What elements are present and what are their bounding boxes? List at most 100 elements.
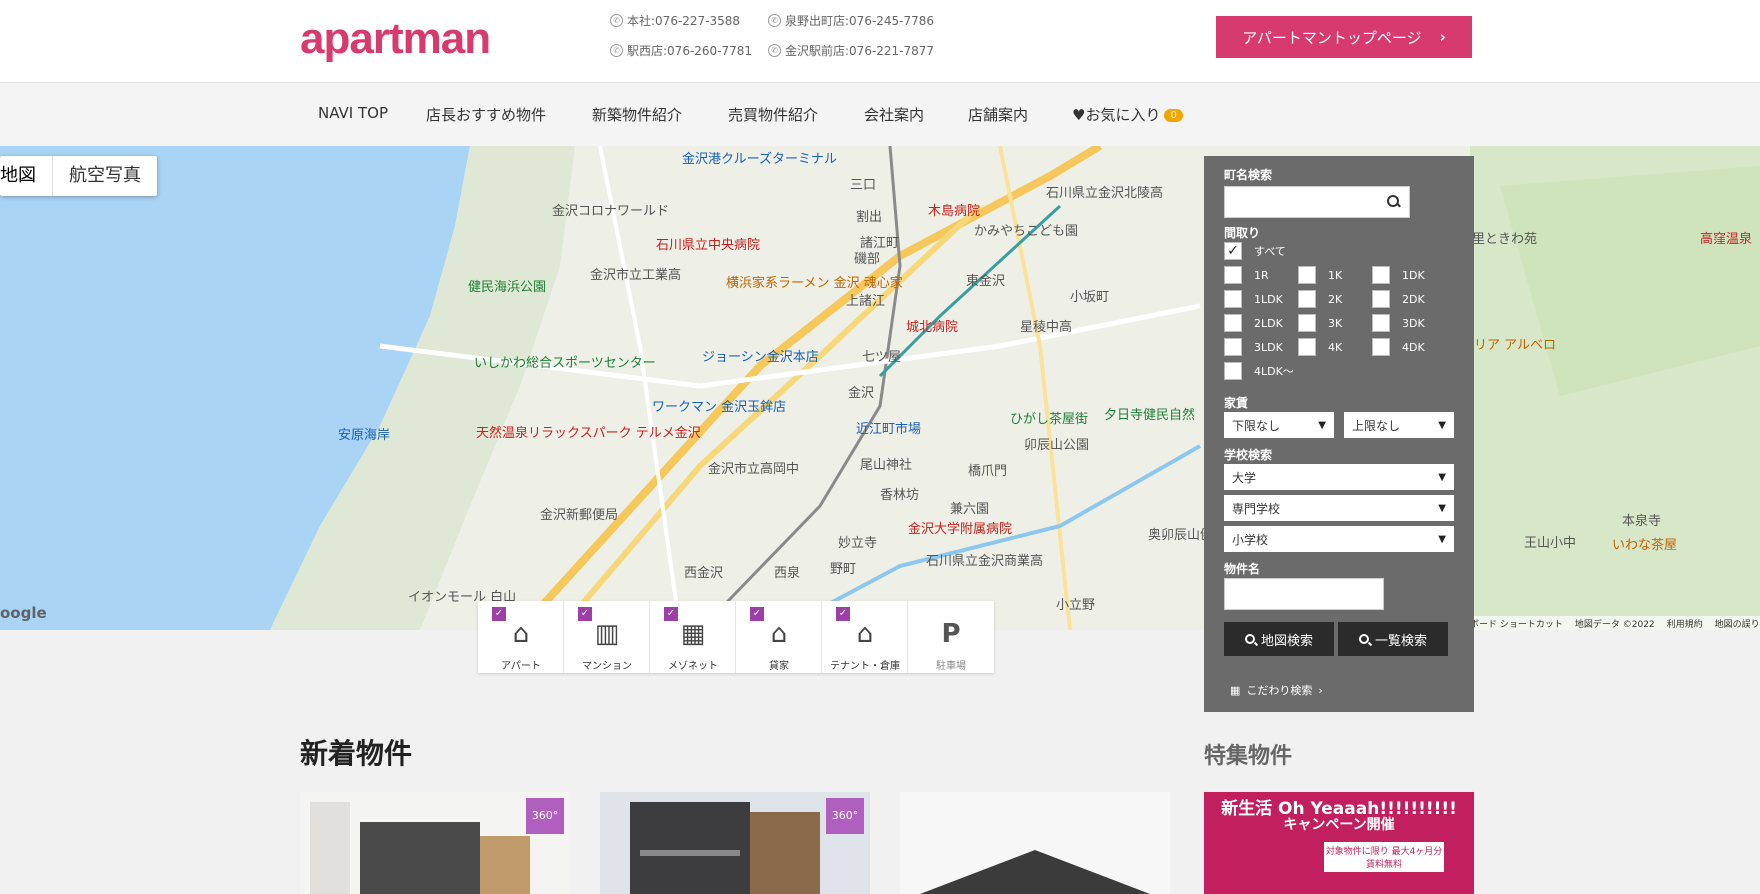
checkbox[interactable] <box>1298 290 1316 308</box>
map-label[interactable]: いわな茶屋 <box>1612 534 1677 553</box>
check-icon[interactable]: ✓ <box>664 607 678 621</box>
checkbox[interactable] <box>1224 362 1242 380</box>
checkbox[interactable] <box>1298 314 1316 332</box>
map-label[interactable]: 西泉 <box>774 562 800 581</box>
map-label[interactable]: 金沢市立工業高 <box>590 264 681 283</box>
type-mansion[interactable]: ✓ ▥ マンション <box>564 601 650 673</box>
elementary-select[interactable]: 小学校 ▼ <box>1224 526 1454 552</box>
nav-stores[interactable]: 店舗案内 <box>968 104 1028 125</box>
map-label[interactable]: 近江町市場 <box>856 418 921 437</box>
detail-search-link[interactable]: ▦ こだわり検索 › <box>1230 682 1323 698</box>
map-label[interactable]: 卯辰山公園 <box>1024 434 1089 453</box>
campaign-banner[interactable]: 新生活 Oh Yeaaah!!!!!!!!!! キャンペーン開催 対象物件に限り… <box>1204 792 1474 894</box>
vocational-select[interactable]: 専門学校 ▼ <box>1224 495 1454 521</box>
layout-checkbox[interactable]: 2LDK <box>1224 314 1283 332</box>
map-label[interactable]: 金沢コロナワールド <box>552 200 669 219</box>
map-label[interactable]: 西金沢 <box>684 562 723 581</box>
map-label[interactable]: 橋爪門 <box>968 460 1007 479</box>
property-name-input[interactable] <box>1225 579 1383 609</box>
listing-card[interactable] <box>900 792 1170 894</box>
checkbox[interactable] <box>1372 314 1390 332</box>
map-label[interactable]: 三口 <box>850 174 876 193</box>
layout-checkbox[interactable]: 1K <box>1298 266 1342 284</box>
map-search-button[interactable]: 地図検索 <box>1224 622 1334 656</box>
type-tenant-warehouse[interactable]: ✓ ⌂ テナント・倉庫 <box>822 601 908 673</box>
town-search-field[interactable] <box>1224 186 1410 218</box>
checkbox[interactable] <box>1298 338 1316 356</box>
type-maisonette[interactable]: ✓ ▦ メゾネット <box>650 601 736 673</box>
map-label[interactable]: 金沢港クルーズターミナル <box>682 148 837 167</box>
phone-izumino[interactable]: ✆ 泉野出町店:076-245-7786 <box>768 12 968 29</box>
nav-company[interactable]: 会社案内 <box>864 104 924 125</box>
layout-all-checkbox[interactable]: ✓ すべて <box>1224 242 1286 260</box>
checkbox[interactable] <box>1298 266 1316 284</box>
map-label[interactable]: 里ときわ苑 <box>1472 228 1537 247</box>
map-label[interactable]: 健民海浜公園 <box>468 276 546 295</box>
checkbox[interactable]: ✓ <box>1224 242 1242 260</box>
type-apartment[interactable]: ✓ ⌂ アパート <box>478 601 564 673</box>
search-icon[interactable] <box>1387 195 1401 209</box>
layout-checkbox[interactable]: 4K <box>1298 338 1342 356</box>
town-search-input[interactable] <box>1225 187 1375 217</box>
map-label[interactable]: 本泉寺 <box>1622 510 1661 529</box>
type-rental-house[interactable]: ✓ ⌂ 貸家 <box>736 601 822 673</box>
phone-ekinishi[interactable]: ✆ 駅西店:076-260-7781 <box>610 42 768 59</box>
map-label[interactable]: 金沢 <box>848 382 874 401</box>
map-label[interactable]: 野町 <box>830 558 856 577</box>
map-label[interactable]: 七ツ屋 <box>862 346 901 365</box>
check-icon[interactable]: ✓ <box>836 607 850 621</box>
checkbox[interactable] <box>1224 338 1242 356</box>
site-logo[interactable]: apartman <box>300 14 491 64</box>
check-icon[interactable]: ✓ <box>750 607 764 621</box>
check-icon[interactable]: ✓ <box>492 607 506 621</box>
layout-checkbox[interactable]: 1R <box>1224 266 1269 284</box>
map-label[interactable]: 石川県立金沢北陵高 <box>1046 182 1163 201</box>
check-icon[interactable]: ✓ <box>578 607 592 621</box>
checkbox[interactable] <box>1372 290 1390 308</box>
checkbox[interactable] <box>1372 266 1390 284</box>
nav-new-built[interactable]: 新築物件紹介 <box>592 104 682 125</box>
layout-checkbox[interactable]: 2DK <box>1372 290 1425 308</box>
map-label[interactable]: かみやちこども園 <box>974 220 1078 239</box>
map-label[interactable]: ジョーシン金沢本店 <box>702 346 819 365</box>
map-type-satellite-button[interactable]: 航空写真 <box>53 156 157 196</box>
phone-ekimae[interactable]: ✆ 金沢駅前店:076-221-7877 <box>768 42 968 59</box>
checkbox[interactable] <box>1372 338 1390 356</box>
map-label[interactable]: いしかわ総合スポーツセンター <box>474 352 656 371</box>
map-label[interactable]: 妙立寺 <box>838 532 877 551</box>
map-label[interactable]: 小立野 <box>1056 594 1095 613</box>
list-search-button[interactable]: 一覧検索 <box>1338 622 1448 656</box>
map-label[interactable]: 安原海岸 <box>338 424 390 443</box>
map-label[interactable]: 香林坊 <box>880 484 919 503</box>
map-label[interactable]: 横浜家系ラーメン 金沢 魂心家 <box>726 272 903 291</box>
apartman-top-button[interactable]: アパートマントップページ › <box>1216 16 1472 58</box>
map-label[interactable]: 金沢市立高岡中 <box>708 458 799 477</box>
layout-checkbox[interactable]: 3K <box>1298 314 1342 332</box>
checkbox[interactable] <box>1224 266 1242 284</box>
map-type-map-button[interactable]: 地図 <box>0 156 53 196</box>
google-map[interactable]: 金沢港クルーズターミナル 金沢コロナワールド 石川県立中央病院 金沢市立工業高 … <box>0 146 1760 630</box>
layout-checkbox[interactable]: 3LDK <box>1224 338 1283 356</box>
checkbox[interactable] <box>1224 314 1242 332</box>
map-label[interactable]: 上諸江 <box>846 290 885 309</box>
layout-checkbox[interactable]: 3DK <box>1372 314 1425 332</box>
nav-navi-top[interactable]: NAVI TOP <box>318 104 388 122</box>
listing-card[interactable]: 360° <box>600 792 870 894</box>
map-label[interactable]: 城北病院 <box>906 316 958 335</box>
university-select[interactable]: 大学 ▼ <box>1224 464 1454 490</box>
map-label[interactable]: 金沢新郵便局 <box>540 504 618 523</box>
checkbox[interactable] <box>1224 290 1242 308</box>
layout-checkbox[interactable]: 1DK <box>1372 266 1425 284</box>
rent-min-select[interactable]: 下限なし ▼ <box>1224 412 1334 438</box>
rent-max-select[interactable]: 上限なし ▼ <box>1344 412 1454 438</box>
nav-for-sale[interactable]: 売買物件紹介 <box>728 104 818 125</box>
phone-honsha[interactable]: ✆ 本社:076-227-3588 <box>610 12 768 29</box>
map-label[interactable]: 天然温泉リラックスパーク テルメ金沢 <box>476 422 701 441</box>
layout-checkbox[interactable]: 1LDK <box>1224 290 1283 308</box>
layout-checkbox[interactable]: 4LDK〜 <box>1224 362 1294 380</box>
map-label[interactable]: 金沢大学附属病院 <box>908 518 1012 537</box>
map-label[interactable]: 石川県立中央病院 <box>656 234 760 253</box>
map-label[interactable]: 東金沢 <box>966 270 1005 289</box>
nav-favorites[interactable]: ♥お気に入り 0 <box>1072 104 1183 125</box>
map-label[interactable]: 尾山神社 <box>860 454 912 473</box>
